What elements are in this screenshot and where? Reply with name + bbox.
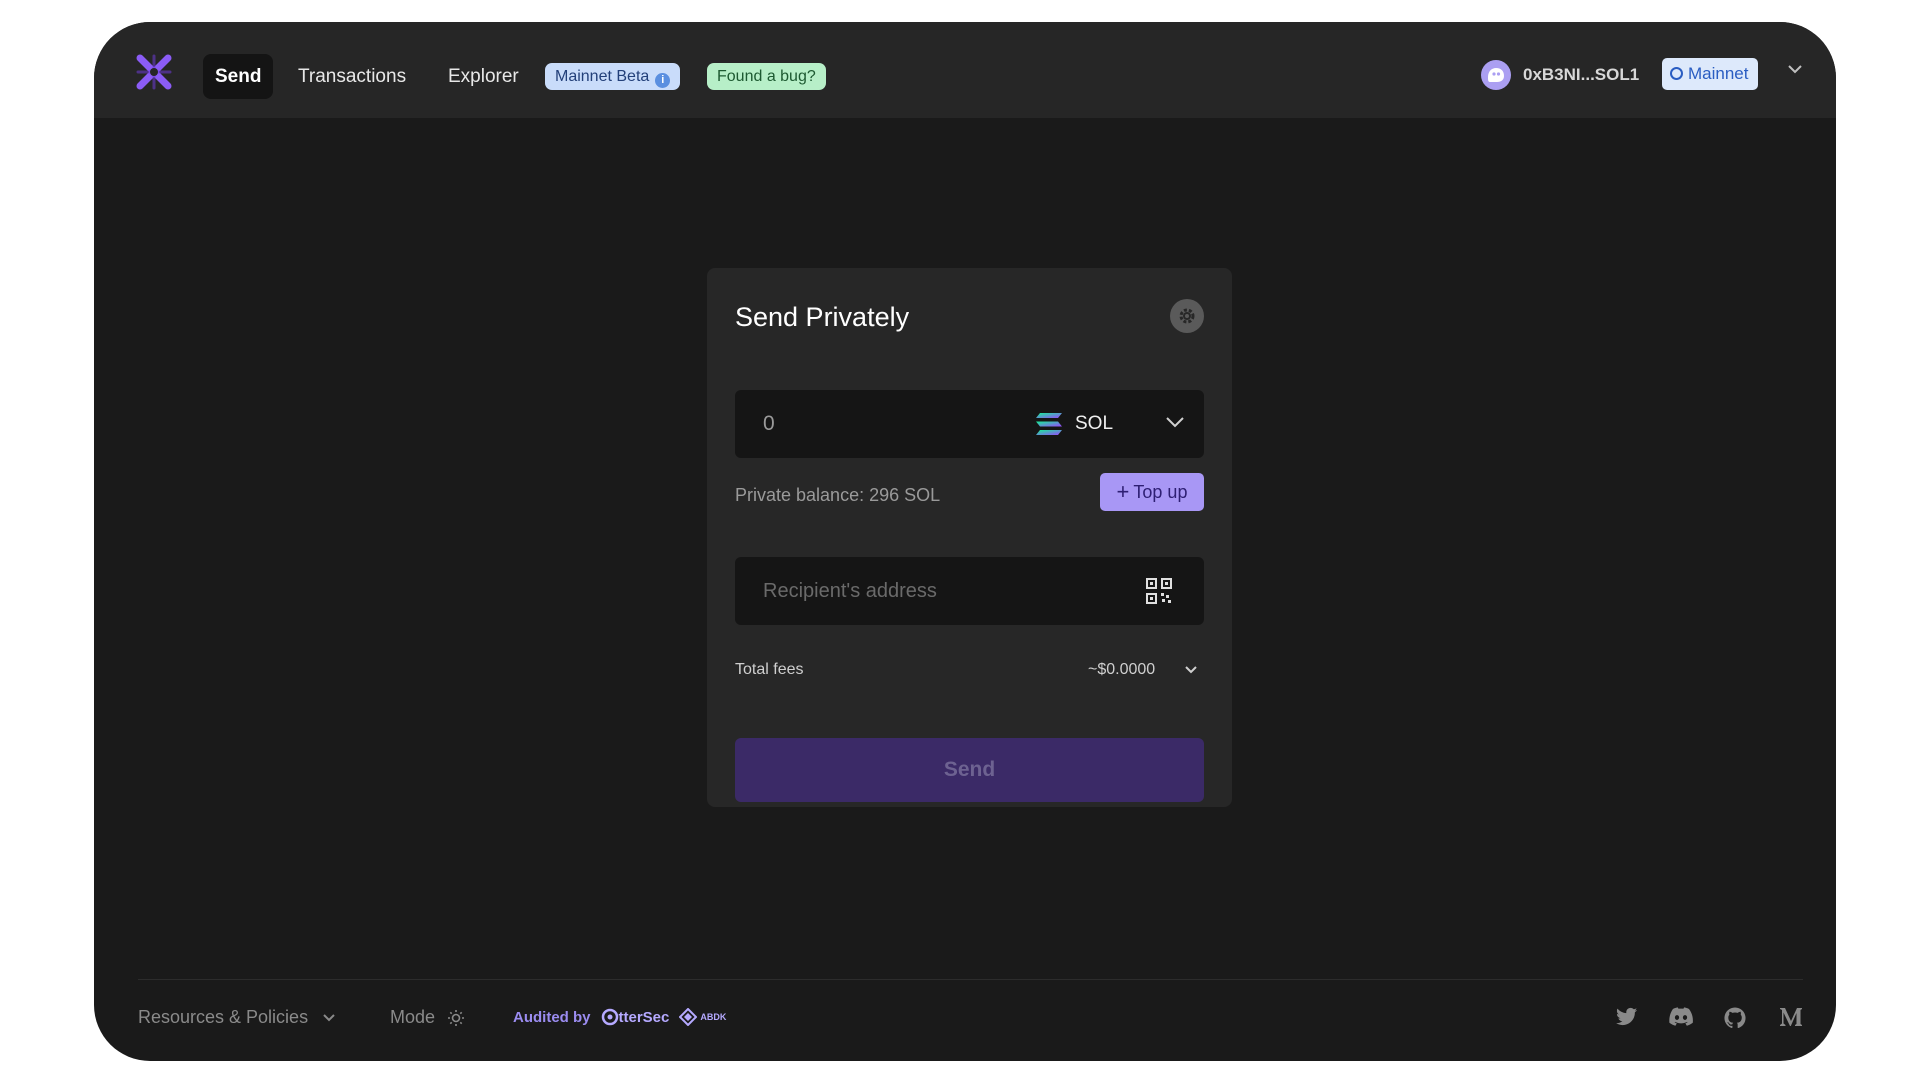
mainnet-beta-badge: Mainnet Beta i [545,63,681,90]
network-selector[interactable]: Mainnet [1662,58,1759,90]
discord-icon[interactable] [1669,1007,1693,1027]
network-icon [1670,67,1683,80]
resources-policies-label: Resources & Policies [138,1007,309,1027]
logo-icon[interactable] [136,54,172,90]
settings-icon [1179,308,1195,324]
chevron-down-icon[interactable] [1165,416,1185,428]
abdk-link[interactable]: ABDK [679,1008,726,1026]
network-label: Mainnet [1688,64,1749,83]
total-fees-label: Total fees [735,661,804,678]
ottersec-link[interactable]: tterSec [601,1008,670,1026]
top-up-button[interactable]: + Top up [1100,473,1204,511]
abdk-label: ABDK [700,1012,727,1022]
found-bug-button[interactable]: Found a bug? [707,63,826,90]
recipient-field [735,557,1204,625]
private-balance: Private balance: 296 SOL [735,485,941,505]
wallet-button[interactable]: 0xB3NI...SOL1 [1481,56,1639,94]
chevron-down-icon[interactable] [1184,665,1198,674]
medium-icon[interactable] [1779,1007,1803,1027]
qr-code-icon[interactable] [1146,578,1172,604]
recipient-address-input[interactable] [763,575,1123,607]
top-navigation-bar: Send Transactions Explorer Mainnet Beta i… [94,22,1836,118]
wallet-avatar-icon [1481,60,1511,90]
mode-toggle[interactable]: Mode [390,1007,465,1028]
top-up-label: Top up [1133,481,1188,502]
wallet-address: 0xB3NI...SOL1 [1523,65,1640,84]
nav-transactions[interactable]: Transactions [286,54,418,99]
plus-icon: + [1116,479,1130,504]
github-icon[interactable] [1724,1007,1746,1029]
abdk-icon [679,1008,698,1026]
token-label: SOL [1075,413,1114,434]
nav-explorer[interactable]: Explorer [436,54,531,99]
app-frame: Send Transactions Explorer Mainnet Beta i… [94,22,1836,1061]
resources-policies-dropdown[interactable]: Resources & Policies [138,1007,336,1028]
footer-divider [138,979,1803,980]
settings-button[interactable] [1170,299,1204,333]
mainnet-beta-label: Mainnet Beta [555,68,650,85]
chevron-down-icon [323,1014,335,1022]
nav-send[interactable]: Send [203,54,274,99]
audited-by: Audited by tterSec ABDK [513,1008,726,1026]
amount-input[interactable] [763,410,1003,438]
card-title: Send Privately [735,302,910,332]
send-button[interactable]: Send [735,738,1204,802]
send-privately-card: Send Privately SOL Private b [707,268,1232,807]
total-fees-value[interactable]: ~$0.0000 [1088,661,1155,679]
solana-icon [1036,413,1062,435]
audited-by-label: Audited by [513,1008,591,1026]
otter-icon [601,1008,618,1026]
sun-icon [448,1009,465,1026]
info-icon[interactable]: i [655,73,671,88]
amount-field: SOL [735,390,1204,458]
token-selector[interactable]: SOL [1035,408,1113,440]
chevron-down-icon[interactable] [1787,64,1803,74]
ottersec-label: tterSec [618,1008,670,1026]
mode-label: Mode [390,1007,436,1027]
twitter-icon[interactable] [1616,1007,1638,1027]
